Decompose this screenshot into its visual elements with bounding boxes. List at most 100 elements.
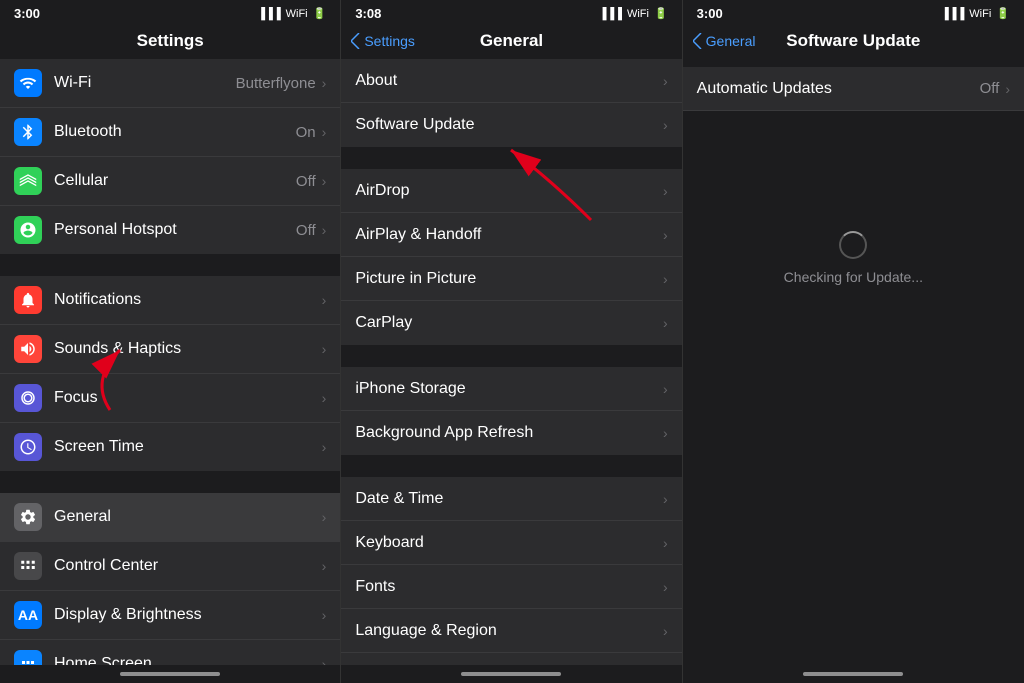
- controlcenter-item[interactable]: Control Center ›: [0, 542, 340, 591]
- cellular-icon-bg: [14, 167, 42, 195]
- iphonestorage-chevron: ›: [663, 381, 668, 397]
- network-group: Wi-Fi Butterflyone › Bluetooth On ›: [0, 59, 340, 254]
- home-bar-2: [461, 672, 561, 676]
- airplayhandoff-item[interactable]: AirPlay & Handoff ›: [341, 213, 681, 257]
- status-time-1: 3:00: [14, 6, 40, 21]
- autoupdates-value: Off: [980, 80, 1000, 97]
- nav-back-general[interactable]: Settings: [351, 33, 415, 49]
- homescreen-label: Home Screen: [54, 655, 322, 665]
- notifications-item[interactable]: Notifications ›: [0, 276, 340, 325]
- bgrefresh-label: Background App Refresh: [355, 424, 663, 442]
- sounds-item[interactable]: Sounds & Haptics ›: [0, 325, 340, 374]
- screentime-label: Screen Time: [54, 438, 322, 456]
- signal-icon-2: ▐▐▐: [599, 8, 622, 20]
- carplay-item[interactable]: CarPlay ›: [341, 301, 681, 345]
- sounds-label: Sounds & Haptics: [54, 340, 322, 358]
- airdrop-item[interactable]: AirDrop ›: [341, 169, 681, 213]
- pictureinpicture-label: Picture in Picture: [355, 270, 663, 288]
- cellular-label: Cellular: [54, 172, 296, 190]
- nav-back-label-3: General: [706, 33, 756, 49]
- nav-bar-general: Settings General: [341, 25, 681, 59]
- autoupdates-label: Automatic Updates: [697, 80, 980, 98]
- notifications-chevron: ›: [322, 292, 327, 308]
- general-chevron: ›: [322, 509, 327, 525]
- keyboard-label: Keyboard: [355, 534, 663, 552]
- hotspot-value: Off: [296, 222, 316, 239]
- iphonestorage-label: iPhone Storage: [355, 380, 663, 398]
- softwareupdate-label: Software Update: [355, 116, 663, 134]
- battery-icon: 🔋: [313, 7, 327, 20]
- dictionary-item[interactable]: Dictionary ›: [341, 653, 681, 665]
- wifi-label: Wi-Fi: [54, 74, 236, 92]
- nav-title-settings: Settings: [137, 31, 204, 51]
- autoupdates-chevron: ›: [1005, 81, 1010, 97]
- wifi-icon-2: WiFi: [627, 8, 649, 20]
- hotspot-item[interactable]: Personal Hotspot Off ›: [0, 206, 340, 254]
- focus-icon-bg: [14, 384, 42, 412]
- general-sep3: [341, 457, 681, 477]
- controlcenter-chevron: ›: [322, 558, 327, 574]
- softwareupdate-content: Automatic Updates Off › Checking for Upd…: [683, 59, 1024, 665]
- status-bar-3: 3:00 ▐▐▐ WiFi 🔋: [683, 0, 1024, 25]
- nav-bar-softwareupdate: General Software Update: [683, 25, 1024, 59]
- general-group3: iPhone Storage › Background App Refresh …: [341, 367, 681, 455]
- nav-bar-settings: Settings: [0, 25, 340, 59]
- display-item[interactable]: AA Display & Brightness ›: [0, 591, 340, 640]
- softwareupdate-item[interactable]: Software Update ›: [341, 103, 681, 147]
- airdrop-chevron: ›: [663, 183, 668, 199]
- bluetooth-item[interactable]: Bluetooth On ›: [0, 108, 340, 157]
- screentime-item[interactable]: Screen Time ›: [0, 423, 340, 471]
- airdrop-label: AirDrop: [355, 182, 663, 200]
- focus-item[interactable]: Focus ›: [0, 374, 340, 423]
- homescreen-icon-bg: [14, 650, 42, 665]
- sounds-icon-bg: [14, 335, 42, 363]
- general-item[interactable]: General ›: [0, 493, 340, 542]
- about-item[interactable]: About ›: [341, 59, 681, 103]
- cellular-item[interactable]: Cellular Off ›: [0, 157, 340, 206]
- languageregion-label: Language & Region: [355, 622, 663, 640]
- controlcenter-label: Control Center: [54, 557, 322, 575]
- focus-chevron: ›: [322, 390, 327, 406]
- general-screen: 3:08 ▐▐▐ WiFi 🔋 Settings General About ›: [341, 0, 682, 683]
- general-group1: About › Software Update ›: [341, 59, 681, 147]
- nav-back-softwareupdate[interactable]: General: [693, 33, 756, 49]
- status-icons-3: ▐▐▐ WiFi 🔋: [941, 7, 1010, 20]
- settings-list[interactable]: Wi-Fi Butterflyone › Bluetooth On ›: [0, 59, 340, 665]
- about-chevron: ›: [663, 73, 668, 89]
- wifi-item[interactable]: Wi-Fi Butterflyone ›: [0, 59, 340, 108]
- iphonestorage-item[interactable]: iPhone Storage ›: [341, 367, 681, 411]
- notifications-label: Notifications: [54, 291, 322, 309]
- pictureinpicture-item[interactable]: Picture in Picture ›: [341, 257, 681, 301]
- bgrefresh-chevron: ›: [663, 425, 668, 441]
- fonts-item[interactable]: Fonts ›: [341, 565, 681, 609]
- autoupdates-item[interactable]: Automatic Updates Off ›: [683, 67, 1024, 111]
- wifi-value: Butterflyone: [236, 75, 316, 92]
- display-chevron: ›: [322, 607, 327, 623]
- general-group: General › Control Center › AA Display & …: [0, 493, 340, 665]
- checking-container: Checking for Update...: [683, 231, 1024, 285]
- carplay-chevron: ›: [663, 315, 668, 331]
- languageregion-item[interactable]: Language & Region ›: [341, 609, 681, 653]
- bgrefresh-item[interactable]: Background App Refresh ›: [341, 411, 681, 455]
- bluetooth-label: Bluetooth: [54, 123, 296, 141]
- notifications-icon-bg: [14, 286, 42, 314]
- general-list[interactable]: About › Software Update › AirDrop › AirP…: [341, 59, 681, 665]
- home-indicator-2: [341, 665, 681, 683]
- panel-general: 3:08 ▐▐▐ WiFi 🔋 Settings General About ›: [341, 0, 682, 683]
- nav-back-label-2: Settings: [364, 33, 415, 49]
- keyboard-item[interactable]: Keyboard ›: [341, 521, 681, 565]
- panel-settings: 3:00 ▐▐▐ WiFi 🔋 Settings Wi-Fi Butterfly…: [0, 0, 341, 683]
- wifi-icon: WiFi: [286, 8, 308, 20]
- wifi-icon-bg: [14, 69, 42, 97]
- checking-text: Checking for Update...: [784, 269, 923, 285]
- home-indicator-1: [0, 665, 340, 683]
- pictureinpicture-chevron: ›: [663, 271, 668, 287]
- status-time-2: 3:08: [355, 6, 381, 21]
- homescreen-chevron: ›: [322, 656, 327, 665]
- fonts-chevron: ›: [663, 579, 668, 595]
- focus-label: Focus: [54, 389, 322, 407]
- general-label: General: [54, 508, 322, 526]
- homescreen-item[interactable]: Home Screen ›: [0, 640, 340, 665]
- battery-icon-3: 🔋: [996, 7, 1010, 20]
- datetime-item[interactable]: Date & Time ›: [341, 477, 681, 521]
